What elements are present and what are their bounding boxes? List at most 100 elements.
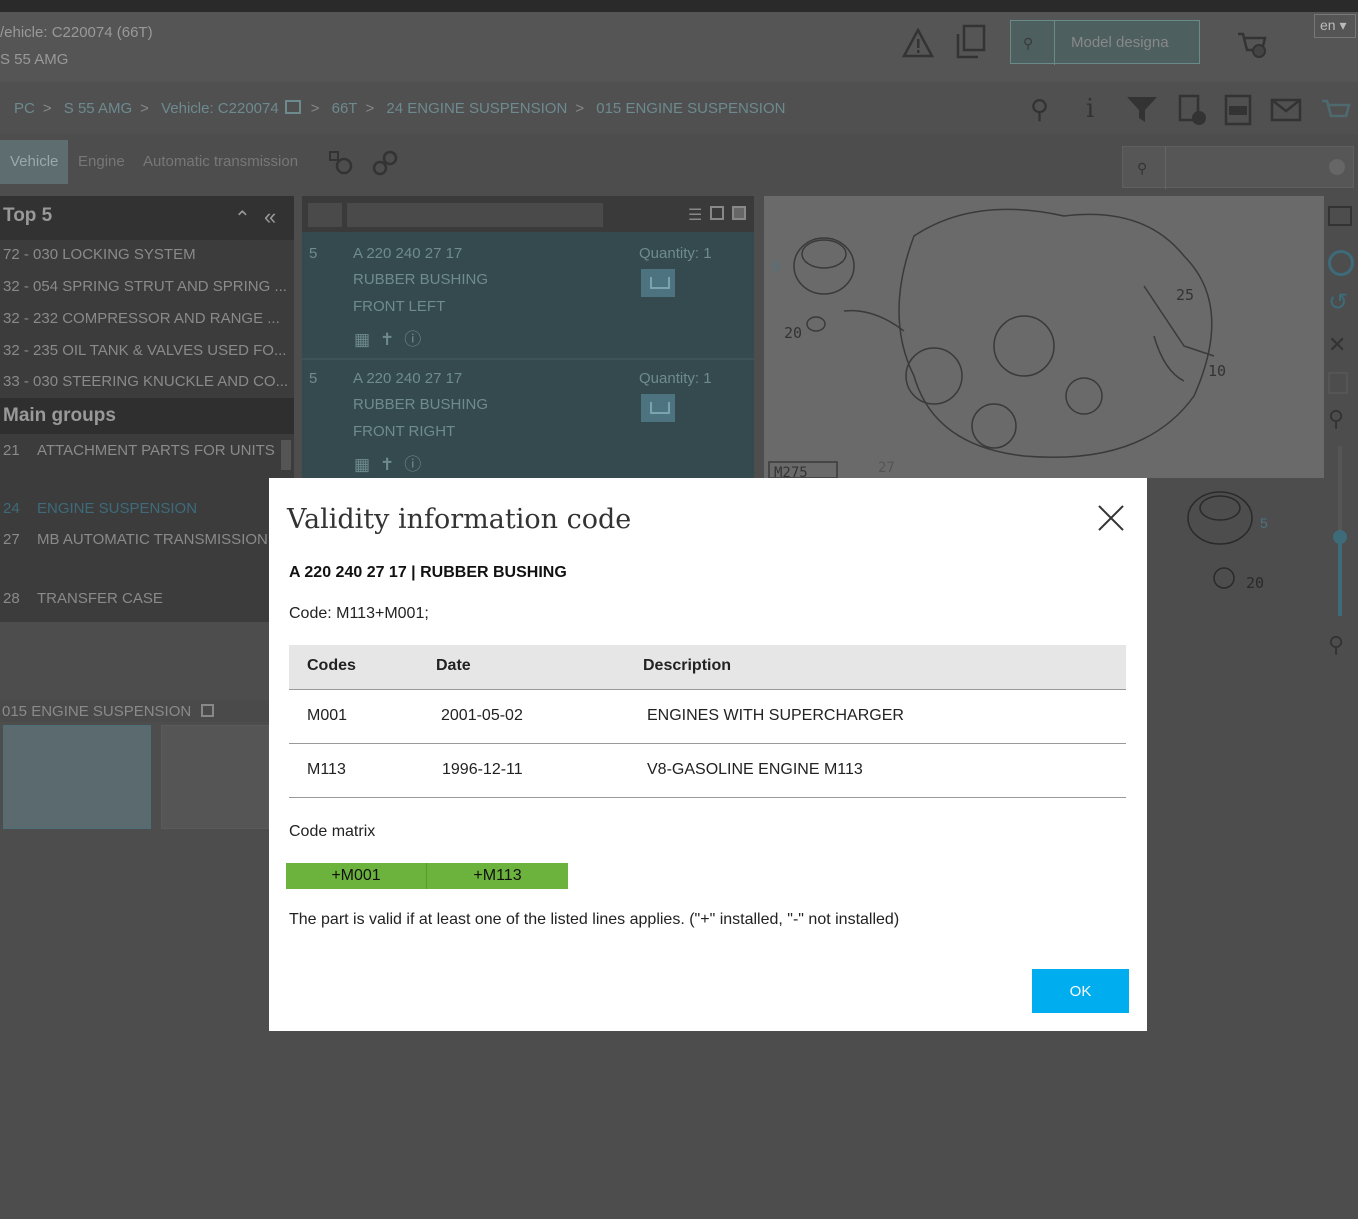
zoom-slider-handle[interactable]: [1333, 530, 1347, 544]
document-info-icon[interactable]: [1178, 94, 1208, 131]
component-icon[interactable]: [328, 150, 354, 181]
search-icon[interactable]: ⚲: [1023, 35, 1033, 52]
code-matrix-label: Code matrix: [289, 823, 376, 840]
cell-description: V8-GASOLINE ENGINE M113: [647, 761, 863, 778]
part-action-icons[interactable]: ▦✝ⓘ: [354, 450, 431, 475]
part-variant: FRONT LEFT: [353, 298, 446, 315]
column-header-date: Date: [436, 657, 471, 674]
window-icon[interactable]: [732, 206, 746, 220]
drawing-toolbar: ↺ ✕ ⚲ ⚲: [1324, 196, 1358, 666]
drawing-thumbnail[interactable]: [161, 725, 269, 829]
scrollbar[interactable]: [281, 440, 291, 470]
drawing-label[interactable]: 27: [878, 460, 895, 476]
breadcrumb-item-type[interactable]: 66T: [332, 100, 358, 117]
drawing-label[interactable]: M275: [774, 465, 808, 481]
part-position: 5: [309, 245, 318, 262]
target-icon[interactable]: [1328, 250, 1354, 276]
part-quantity: Quantity: 1: [639, 245, 712, 262]
top5-item[interactable]: 72 - 030 LOCKING SYSTEM: [3, 246, 291, 263]
part-number[interactable]: A 220 240 27 17: [353, 245, 462, 262]
codes-table: Codes Date Description M001 2001-05-02 E…: [289, 645, 1126, 798]
breadcrumb: PC > S 55 AMG > Vehicle: C220074 > 66T > 24 …: [14, 100, 786, 117]
drawing-label[interactable]: 20: [784, 324, 802, 342]
group-number: 27: [3, 531, 20, 548]
part-name: RUBBER BUSHING: [353, 271, 489, 288]
model-search-field[interactable]: ⚲ Model designa: [1010, 20, 1200, 65]
breadcrumb-item-group[interactable]: 24 ENGINE SUSPENSION: [386, 100, 567, 117]
close-icon[interactable]: [1097, 504, 1125, 532]
drawing-thumbnail[interactable]: [3, 725, 151, 829]
matrix-cell: +M001: [286, 863, 427, 889]
main-groups-title: Main groups: [3, 405, 116, 426]
mail-icon[interactable]: [1270, 98, 1304, 129]
add-to-cart-button[interactable]: [641, 269, 675, 297]
tab-automatic-transmission[interactable]: Automatic transmission: [133, 140, 308, 184]
group-number: 24: [3, 500, 20, 517]
expand-icon[interactable]: [710, 206, 724, 220]
zoom-out-icon[interactable]: ⚲: [1328, 632, 1344, 658]
part-variant: FRONT RIGHT: [353, 423, 456, 440]
drawing-label[interactable]: 5: [1260, 515, 1268, 531]
unpin-icon[interactable]: ✕: [1328, 332, 1346, 358]
breadcrumb-item-pc[interactable]: PC: [14, 100, 35, 117]
validity-note: The part is valid if at least one of the…: [289, 911, 900, 928]
filter-input[interactable]: [347, 203, 603, 227]
filter-input[interactable]: [308, 203, 342, 227]
add-to-cart-button[interactable]: [641, 394, 675, 422]
ok-button[interactable]: OK: [1032, 969, 1129, 1013]
tab-vehicle[interactable]: Vehicle: [0, 140, 69, 184]
dialog-title: Validity information code: [287, 504, 632, 535]
edit-icon[interactable]: [201, 704, 215, 717]
zoom-search-icon[interactable]: ⚲: [1030, 94, 1049, 125]
matrix-cell: +M113: [427, 863, 568, 889]
group-item[interactable]: MB AUTOMATIC TRANSMISSION: [37, 531, 268, 548]
parts-search-field[interactable]: ⚲: [1122, 146, 1354, 189]
info-icon[interactable]: i: [1086, 94, 1094, 124]
top5-item[interactable]: 32 - 235 OIL TANK & VALVES USED FO...: [3, 342, 291, 359]
collapse-up-icon[interactable]: ⌃: [234, 206, 251, 231]
cart-icon[interactable]: [1320, 98, 1352, 129]
copy-icon[interactable]: [284, 100, 301, 114]
top5-item[interactable]: 32 - 054 SPRING STRUT AND SPRING ...: [3, 278, 291, 295]
group-number: 28: [3, 590, 20, 607]
breadcrumb-item-subgroup[interactable]: 015 ENGINE SUSPENSION: [596, 100, 785, 117]
table-header: Codes Date Description: [289, 645, 1126, 690]
vehicle-info: /ehicle: C220074 (66T): [0, 24, 153, 41]
group-item-selected[interactable]: ENGINE SUSPENSION: [37, 500, 197, 517]
search-icon[interactable]: ⚲: [1137, 160, 1147, 177]
wis-icon[interactable]: [1224, 94, 1252, 131]
copy-icon[interactable]: [954, 24, 988, 67]
part-quantity: Quantity: 1: [639, 370, 712, 387]
part-position: 5: [309, 370, 318, 387]
drawing-label[interactable]: 25: [1176, 286, 1194, 304]
drawing-label[interactable]: 5: [772, 258, 780, 274]
breadcrumb-item-model[interactable]: S 55 AMG: [64, 100, 132, 117]
drawing-label[interactable]: 10: [1208, 362, 1226, 380]
breadcrumb-item-vehicle[interactable]: Vehicle: C220074: [161, 100, 279, 117]
parts-icon[interactable]: [372, 150, 398, 181]
group-item[interactable]: TRANSFER CASE: [37, 590, 163, 607]
zoom-in-icon[interactable]: ⚲: [1328, 406, 1344, 432]
part-name: RUBBER BUSHING: [353, 396, 489, 413]
history-icon[interactable]: ↺: [1328, 288, 1348, 317]
cell-code: M113: [307, 761, 346, 778]
collapse-left-icon[interactable]: «: [264, 204, 276, 230]
document-icon[interactable]: [1328, 372, 1348, 394]
cart-add-icon[interactable]: [1236, 30, 1270, 65]
warning-icon[interactable]: [901, 27, 935, 65]
search-placeholder: Model designa: [1071, 34, 1169, 51]
group-item[interactable]: ATTACHMENT PARTS FOR UNITS: [37, 442, 275, 459]
exploded-drawing[interactable]: 5 20 25 10 M275 27: [764, 196, 1324, 481]
language-select[interactable]: en ▾: [1314, 14, 1356, 38]
filter-icon[interactable]: [1126, 96, 1158, 129]
clear-icon[interactable]: [1329, 159, 1345, 175]
part-number[interactable]: A 220 240 27 17: [353, 370, 462, 387]
list-view-icon[interactable]: ☰: [688, 205, 702, 225]
part-action-icons[interactable]: ▦✝ⓘ: [354, 325, 431, 350]
close-window-icon[interactable]: [1328, 206, 1352, 226]
top5-item[interactable]: 32 - 232 COMPRESSOR AND RANGE ...: [3, 310, 291, 327]
drawing-label[interactable]: 20: [1246, 574, 1264, 592]
tab-engine[interactable]: Engine: [68, 140, 135, 184]
cell-code: M001: [307, 707, 348, 724]
top5-item[interactable]: 33 - 030 STEERING KNUCKLE AND CO...: [3, 373, 291, 390]
